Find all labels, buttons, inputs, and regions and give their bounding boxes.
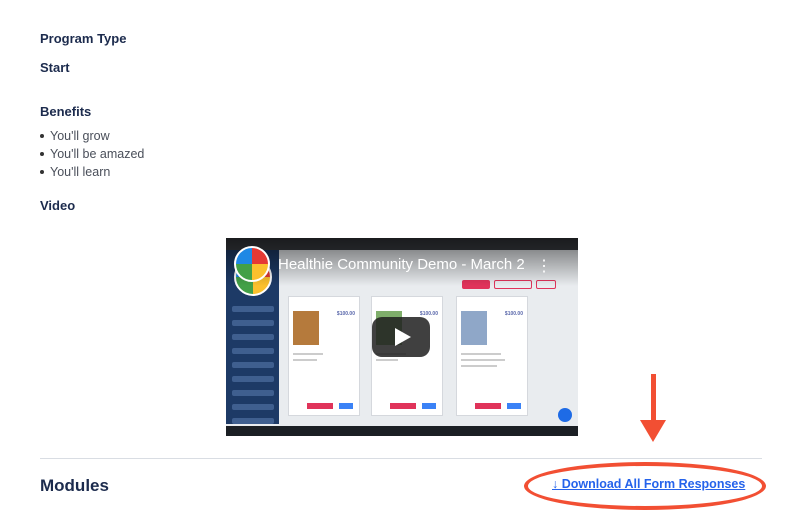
chat-bubble-icon (558, 408, 572, 422)
card-image (461, 311, 487, 345)
card-button (307, 403, 333, 409)
nav-line (232, 348, 274, 354)
benefits-heading: Benefits (40, 104, 92, 119)
more-options-icon[interactable]: ⋮ (536, 256, 552, 276)
nav-line (232, 362, 274, 368)
card-image (293, 311, 319, 345)
bullet-icon (40, 134, 44, 138)
text-line (293, 359, 317, 361)
benefits-list: You'll grow You'll be amazed You'll lear… (40, 127, 144, 181)
modules-heading: Modules (40, 476, 109, 495)
text-line (293, 353, 323, 355)
nav-line (232, 404, 274, 410)
text-line (461, 365, 497, 367)
bullet-icon (40, 170, 44, 174)
nav-line (232, 376, 274, 382)
video-heading: Video (40, 198, 76, 213)
annotation-arrow (651, 374, 656, 426)
list-item: You'll learn (40, 163, 144, 181)
channel-avatar[interactable] (234, 246, 270, 282)
program-type-value: Start (40, 60, 70, 75)
section-divider (40, 458, 762, 459)
card-price: $100.00 (504, 311, 523, 317)
text-line (461, 359, 505, 361)
play-button[interactable] (372, 317, 430, 357)
nav-line (232, 334, 274, 340)
benefit-text: You'll learn (50, 165, 111, 179)
package-card: $100.00 (456, 296, 528, 416)
video-player[interactable]: $100.00 $100.00 $100.00 Healthie Communi… (226, 238, 578, 436)
card-price: $100.00 (419, 311, 438, 317)
card-button (422, 403, 436, 409)
nav-line (232, 418, 274, 424)
bullet-icon (40, 152, 44, 156)
nav-line (232, 306, 274, 312)
package-card: $100.00 (288, 296, 360, 416)
list-item: You'll be amazed (40, 145, 144, 163)
list-item: You'll grow (40, 127, 144, 145)
download-all-form-responses-link[interactable]: ↓ Download All Form Responses (552, 477, 745, 491)
text-line (461, 353, 501, 355)
program-type-heading: Program Type (40, 31, 127, 46)
benefit-text: You'll be amazed (50, 147, 145, 161)
video-taskbar (226, 426, 578, 436)
card-button (390, 403, 416, 409)
nav-line (232, 390, 274, 396)
video-title[interactable]: Healthie Community Demo - March 2 (278, 256, 525, 273)
text-line (376, 359, 398, 361)
annotation-arrow-head (640, 420, 666, 442)
card-price: $100.00 (336, 311, 355, 317)
card-button (507, 403, 521, 409)
benefit-text: You'll grow (50, 129, 110, 143)
nav-line (232, 320, 274, 326)
card-button (475, 403, 501, 409)
card-button (339, 403, 353, 409)
